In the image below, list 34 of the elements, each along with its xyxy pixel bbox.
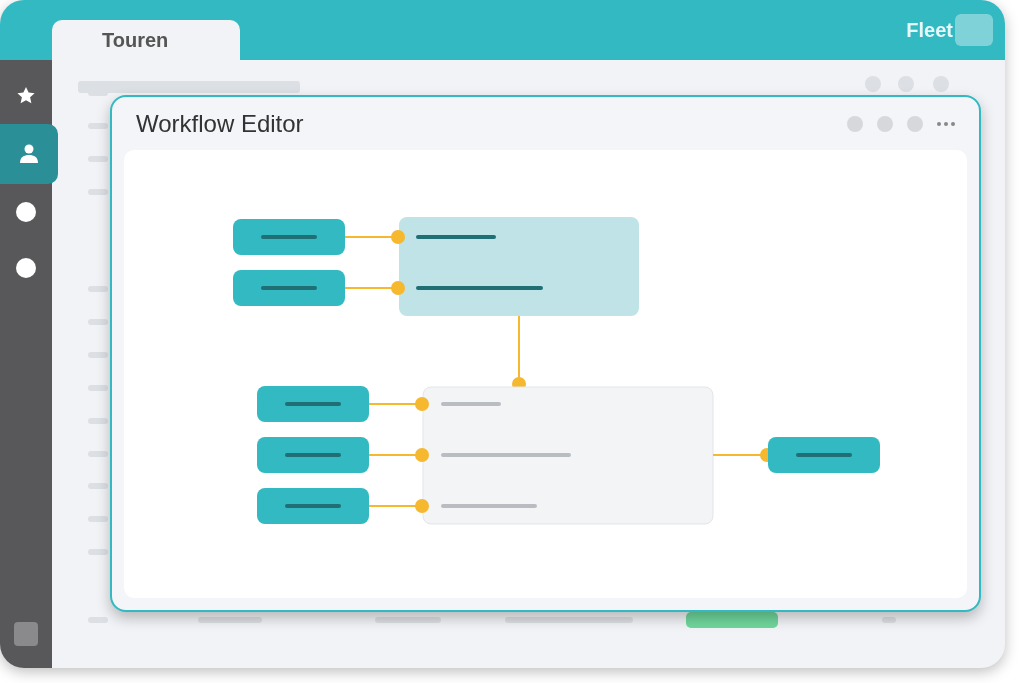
placeholder-line	[88, 418, 108, 424]
placeholder-line	[88, 156, 108, 162]
placeholder-line	[375, 617, 441, 623]
window-title: Workflow Editor	[136, 109, 305, 138]
placeholder-line	[88, 516, 108, 522]
connector	[344, 281, 405, 295]
placeholder-line	[88, 123, 108, 129]
placeholder-line	[88, 451, 108, 457]
placeholder-line	[198, 617, 262, 623]
connector	[368, 448, 429, 462]
placeholder-line	[88, 617, 108, 623]
square-icon	[14, 622, 38, 646]
placeholder-dot	[865, 76, 881, 92]
placeholder-line	[88, 385, 108, 391]
connector	[368, 499, 429, 513]
placeholder-dot	[933, 76, 949, 92]
circle-icon	[15, 201, 37, 223]
more-icon[interactable]	[937, 121, 955, 126]
connector	[344, 230, 405, 244]
placeholder-line	[88, 549, 108, 555]
placeholder-line	[88, 286, 108, 292]
placeholder-line	[88, 319, 108, 325]
logo-icon	[955, 14, 993, 46]
person-icon	[18, 143, 40, 165]
connector	[368, 397, 429, 411]
sidebar-item[interactable]	[0, 124, 58, 184]
circle-icon	[15, 257, 37, 279]
placeholder-line	[882, 617, 896, 623]
placeholder-dot	[898, 76, 914, 92]
tab[interactable]: Touren	[52, 20, 240, 60]
placeholder-line	[88, 352, 108, 358]
placeholder-line	[88, 189, 108, 195]
placeholder-line	[88, 483, 108, 489]
logo: Fleet	[906, 18, 953, 42]
